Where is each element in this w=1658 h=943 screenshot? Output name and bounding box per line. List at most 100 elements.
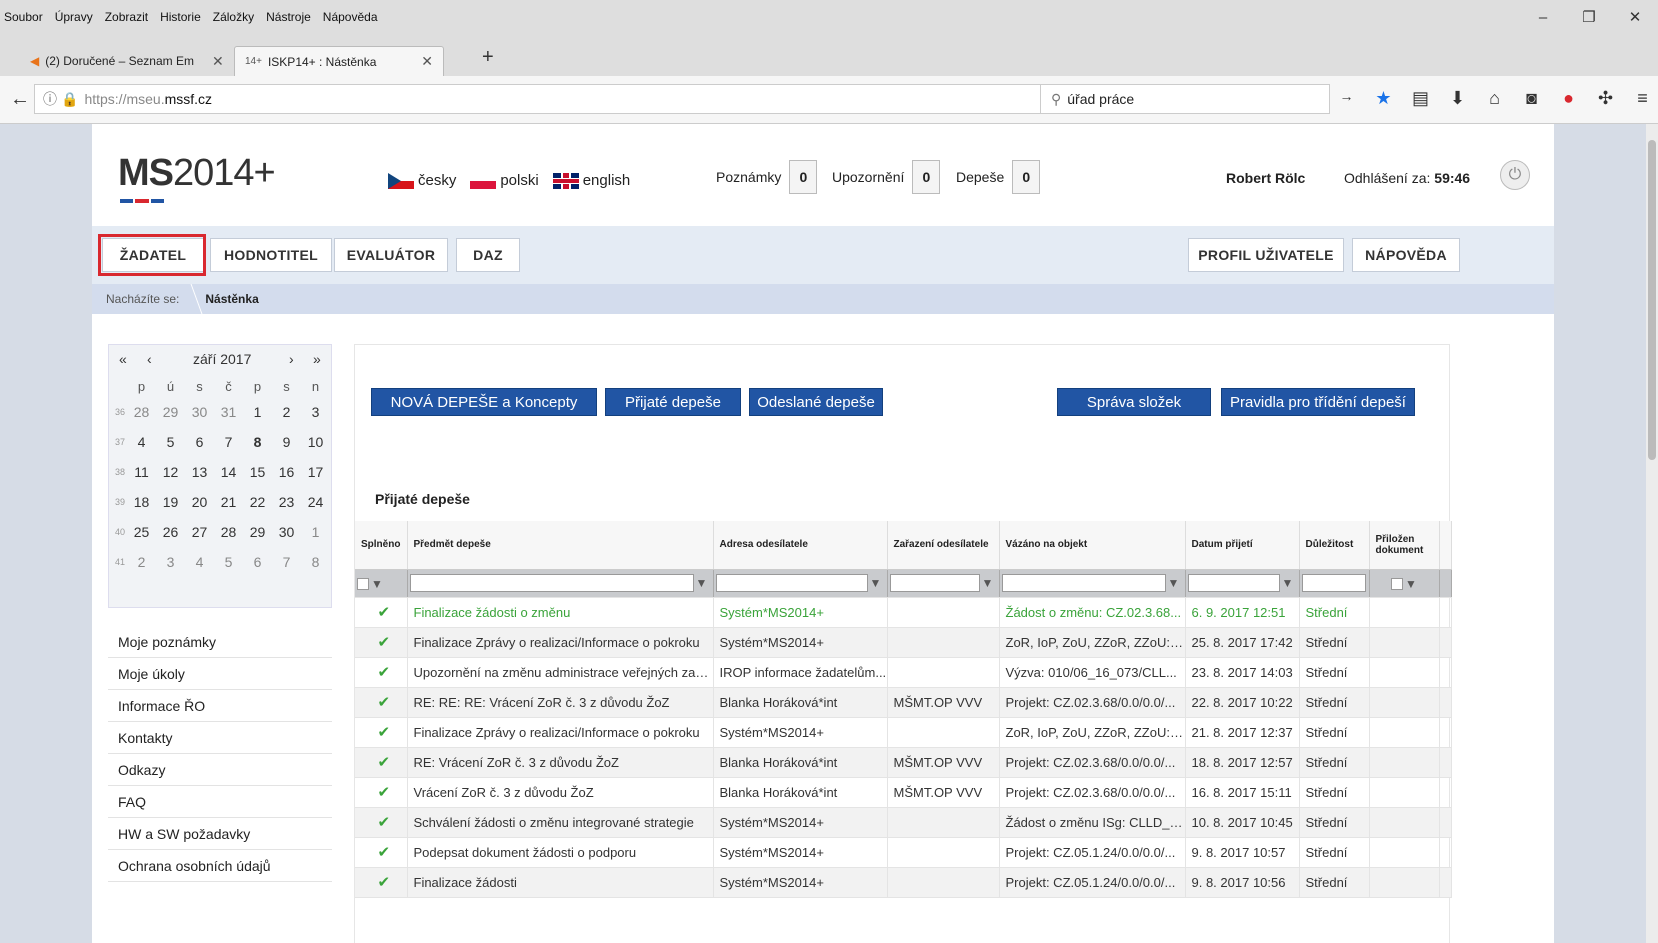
menu-view[interactable]: Zobrazit <box>105 10 148 24</box>
calendar-day[interactable]: 27 <box>185 524 214 540</box>
power-icon[interactable]: ⏻ <box>1500 160 1530 190</box>
menu-hamburger-icon[interactable]: ≡ <box>1624 88 1658 109</box>
column-header[interactable]: Zařazení odesílatele <box>887 521 1000 570</box>
next-month-icon[interactable]: › <box>289 351 294 367</box>
calendar-day[interactable]: 17 <box>301 464 330 480</box>
messages-counter[interactable]: Depeše 0 <box>956 160 1041 194</box>
column-header[interactable]: Vázáno na objekt <box>999 521 1186 570</box>
notes-counter[interactable]: Poznámky 0 <box>716 160 818 194</box>
filter-icon[interactable]: ▼ <box>1405 577 1417 591</box>
calendar-day[interactable]: 7 <box>272 554 301 570</box>
calendar-day[interactable]: 13 <box>185 464 214 480</box>
sidemenu-links[interactable]: Odkazy <box>108 754 332 786</box>
new-tab-icon[interactable]: + <box>482 46 494 69</box>
calendar-day[interactable]: 21 <box>214 494 243 510</box>
calendar-day[interactable]: 18 <box>127 494 156 510</box>
calendar-day[interactable]: 26 <box>156 524 185 540</box>
table-row[interactable]: ✔ Finalizace Zprávy o realizaci/Informace… <box>355 717 1452 748</box>
tab-profile[interactable]: PROFIL UŽIVATELE <box>1188 238 1344 272</box>
filter-input[interactable] <box>1187 574 1280 592</box>
calendar-day[interactable]: 30 <box>272 524 301 540</box>
filter-input[interactable] <box>1001 574 1166 592</box>
extension-icon[interactable]: ✣ <box>1587 88 1624 109</box>
prev-month-icon[interactable]: ‹ <box>147 351 152 367</box>
lang-english[interactable]: english <box>552 172 630 189</box>
calendar-day[interactable]: 8 <box>243 434 272 450</box>
breadcrumb-current[interactable]: Nástěnka <box>205 292 258 306</box>
filter-checkbox[interactable] <box>1391 577 1404 590</box>
calendar-day[interactable]: 5 <box>156 434 185 450</box>
sidemenu-faq[interactable]: FAQ <box>108 786 332 818</box>
sidemenu-notes[interactable]: Moje poznámky <box>108 626 332 658</box>
calendar-day[interactable]: 2 <box>272 404 301 420</box>
calendar-day[interactable]: 28 <box>127 404 156 420</box>
pocket-icon[interactable]: ◙ <box>1513 88 1550 109</box>
calendar-day[interactable]: 20 <box>185 494 214 510</box>
lang-polish[interactable]: polski <box>470 172 539 189</box>
calendar-day[interactable]: 6 <box>243 554 272 570</box>
column-header[interactable]: Přiložen dokument <box>1369 521 1440 570</box>
column-header[interactable]: Adresa odesílatele <box>713 521 888 570</box>
calendar-day[interactable]: 5 <box>214 554 243 570</box>
tab-iskp[interactable]: 14+ ISKP14+ : Nástěnka ✕ <box>234 46 444 76</box>
calendar-day[interactable]: 1 <box>301 524 330 540</box>
calendar-day[interactable]: 23 <box>272 494 301 510</box>
calendar-day[interactable]: 16 <box>272 464 301 480</box>
restore-icon[interactable]: ❐ <box>1566 8 1612 26</box>
sent-messages-button[interactable]: Odeslané depeše <box>749 388 883 416</box>
column-header[interactable]: Splněno <box>355 521 408 570</box>
calendar-day[interactable]: 11 <box>127 464 156 480</box>
next-year-icon[interactable]: » <box>313 351 321 367</box>
received-messages-button[interactable]: Přijaté depeše <box>605 388 741 416</box>
download-icon[interactable]: ⬇ <box>1439 88 1476 109</box>
calendar-day[interactable]: 29 <box>243 524 272 540</box>
calendar-day[interactable]: 28 <box>214 524 243 540</box>
filter-input[interactable] <box>889 574 980 592</box>
filter-input[interactable] <box>409 574 694 592</box>
filter-input[interactable] <box>715 574 868 592</box>
calendar-day[interactable]: 4 <box>127 434 156 450</box>
tab-email[interactable]: ◀ (2) Doručené – Seznam Em ✕ <box>20 46 234 76</box>
sidemenu-privacy[interactable]: Ochrana osobních údajů <box>108 850 332 882</box>
table-row[interactable]: ✔ Finalizace Zprávy o realizaci/Informace… <box>355 627 1452 658</box>
calendar-day[interactable]: 19 <box>156 494 185 510</box>
calendar-day[interactable]: 8 <box>301 554 330 570</box>
tab-evaluator[interactable]: EVALUÁTOR <box>334 238 448 272</box>
tab-daz[interactable]: DAZ <box>456 238 520 272</box>
filter-icon[interactable]: ▼ <box>696 576 708 590</box>
table-row[interactable]: ✔ Vrácení ZoR č. 3 z důvodu ŽoZ Blanka Hor… <box>355 777 1452 808</box>
tab-help[interactable]: NÁPOVĚDA <box>1352 238 1460 272</box>
calendar-day[interactable]: 14 <box>214 464 243 480</box>
close-tab-icon[interactable]: ✕ <box>212 53 224 70</box>
sidemenu-info-ro[interactable]: Informace ŘO <box>108 690 332 722</box>
scrollbar-thumb[interactable] <box>1648 140 1656 460</box>
calendar-day[interactable]: 10 <box>301 434 330 450</box>
calendar-day[interactable]: 31 <box>214 404 243 420</box>
column-header[interactable]: Předmět depeše <box>407 521 714 570</box>
calendar-day[interactable]: 6 <box>185 434 214 450</box>
calendar-day[interactable]: 1 <box>243 404 272 420</box>
calendar-day[interactable]: 12 <box>156 464 185 480</box>
home-icon[interactable]: ⌂ <box>1476 88 1513 109</box>
filter-icon[interactable]: ▼ <box>870 576 882 590</box>
column-header[interactable]: Důležitost <box>1299 521 1370 570</box>
menu-bookmarks[interactable]: Záložky <box>213 10 254 24</box>
go-arrow-icon[interactable]: → <box>1328 88 1365 109</box>
sidemenu-contacts[interactable]: Kontakty <box>108 722 332 754</box>
calendar-day[interactable]: 30 <box>185 404 214 420</box>
tab-hodnotitel[interactable]: HODNOTITEL <box>210 238 332 272</box>
sidemenu-tasks[interactable]: Moje úkoly <box>108 658 332 690</box>
minimize-icon[interactable]: – <box>1520 9 1566 26</box>
calendar-day[interactable]: 9 <box>272 434 301 450</box>
calendar-day[interactable]: 2 <box>127 554 156 570</box>
filter-icon[interactable]: ▼ <box>982 576 994 590</box>
close-tab-icon[interactable]: ✕ <box>421 53 433 70</box>
lang-czech[interactable]: česky <box>388 172 456 189</box>
calendar-day[interactable]: 3 <box>156 554 185 570</box>
bookmark-star-icon[interactable]: ★ <box>1365 88 1402 109</box>
calendar-day[interactable]: 15 <box>243 464 272 480</box>
filter-icon[interactable]: ▼ <box>1168 576 1180 590</box>
calendar-day[interactable]: 29 <box>156 404 185 420</box>
url-bar[interactable]: ⓘ 🔒 https://mseu.mssf.cz ↻ <box>34 84 1056 114</box>
table-row[interactable]: ✔ RE: RE: RE: Vrácení ZoR č. 3 z důvodu Ž… <box>355 687 1452 718</box>
